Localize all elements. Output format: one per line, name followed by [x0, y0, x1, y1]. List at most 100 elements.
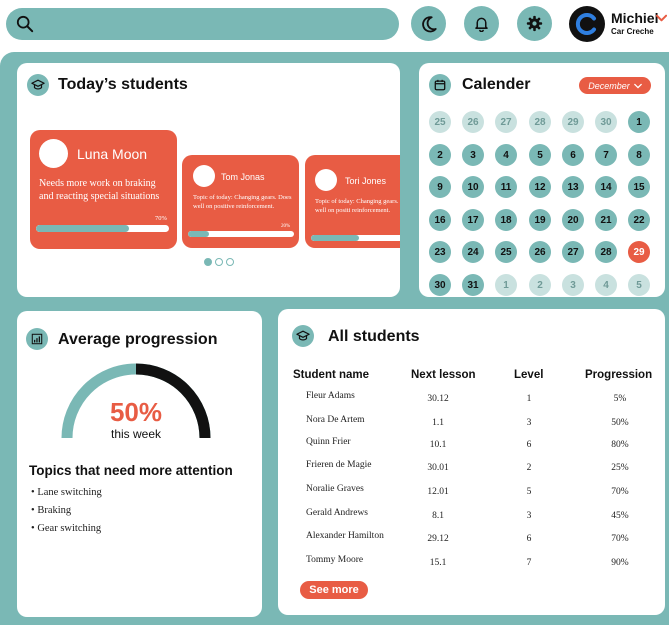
calendar-day-today[interactable]: 29: [628, 241, 650, 263]
calendar-day[interactable]: 6: [562, 144, 584, 166]
calendar-day[interactable]: 18: [495, 209, 517, 231]
calendar-day[interactable]: 27: [562, 241, 584, 263]
table-cell: Gerald Andrews: [306, 508, 368, 518]
student-note: Topic of today: Changing gears. Does wel…: [315, 198, 400, 215]
calendar-day[interactable]: 4: [595, 274, 617, 296]
calendar-day[interactable]: 24: [462, 241, 484, 263]
calendar-day[interactable]: 26: [529, 241, 551, 263]
calendar-day[interactable]: 4: [495, 144, 517, 166]
chart-icon: [26, 328, 48, 350]
progress-fill: [311, 235, 359, 241]
calendar-day[interactable]: 2: [429, 144, 451, 166]
calendar-day[interactable]: 12: [529, 176, 551, 198]
table-cell: 10.1: [429, 440, 447, 450]
calendar-day[interactable]: 25: [495, 241, 517, 263]
progress-bar: [188, 231, 294, 237]
settings-button[interactable]: [517, 6, 552, 41]
progress-fill: [188, 231, 210, 237]
table-cell: 3: [526, 511, 532, 521]
calendar-day[interactable]: 13: [562, 176, 584, 198]
calendar-day[interactable]: 25: [429, 111, 451, 133]
calendar-day[interactable]: 26: [462, 111, 484, 133]
student-name: Tori Jones: [345, 176, 387, 186]
calendar-day[interactable]: 30: [595, 111, 617, 133]
calendar-day[interactable]: 2: [529, 274, 551, 296]
student-card-luna[interactable]: Luna Moon Needs more work on braking and…: [30, 130, 177, 249]
student-card-tori[interactable]: Tori Jones Topic of today: Changing gear…: [305, 155, 400, 248]
table-cell: 30.12: [427, 394, 449, 404]
calendar-day[interactable]: 28: [595, 241, 617, 263]
pager-dot[interactable]: [215, 258, 223, 266]
search-bar[interactable]: [6, 8, 399, 40]
calendar-day[interactable]: 3: [462, 144, 484, 166]
calendar-day[interactable]: 3: [562, 274, 584, 296]
table-cell: Noralie Graves: [306, 484, 364, 494]
table-cell: Fleur Adams: [306, 391, 355, 401]
month-selector[interactable]: December: [579, 77, 651, 94]
avatar: [315, 169, 337, 191]
column-header-level[interactable]: Level: [514, 369, 543, 381]
calendar-day[interactable]: 7: [595, 144, 617, 166]
table-cell: Tommy Moore: [306, 555, 364, 565]
section-title: All students: [328, 328, 420, 345]
dark-mode-button[interactable]: [411, 6, 446, 41]
topic-label: Gear switching: [37, 523, 102, 534]
calendar-day[interactable]: 27: [495, 111, 517, 133]
calendar-day[interactable]: 20: [562, 209, 584, 231]
column-header-progression[interactable]: Progression: [585, 369, 652, 381]
table-cell: 29.12: [427, 534, 449, 544]
column-header-next-lesson[interactable]: Next lesson: [411, 369, 476, 381]
calendar-day[interactable]: 23: [429, 241, 451, 263]
notifications-button[interactable]: [464, 6, 499, 41]
calendar-day[interactable]: 28: [529, 111, 551, 133]
calendar-day[interactable]: 19: [529, 209, 551, 231]
table-cell: Nora De Artem: [306, 415, 365, 425]
calendar-day[interactable]: 1: [628, 111, 650, 133]
table-cell: 12.01: [427, 487, 449, 497]
chevron-down-icon[interactable]: [656, 14, 667, 22]
table-cell: 5: [526, 487, 532, 497]
calendar-day[interactable]: 16: [429, 209, 451, 231]
calendar-day[interactable]: 11: [495, 176, 517, 198]
chevron-down-icon: [633, 83, 642, 89]
calendar-day[interactable]: 15: [628, 176, 650, 198]
user-name[interactable]: Michiel: [611, 10, 658, 26]
table-cell: 30.01: [427, 463, 449, 473]
gear-icon: [526, 15, 543, 32]
table-cell: 6: [526, 440, 532, 450]
see-more-button[interactable]: See more: [300, 581, 368, 599]
table-cell: 70%: [611, 534, 629, 544]
calendar-day[interactable]: 31: [462, 274, 484, 296]
topic-item: • Gear switching: [31, 523, 102, 534]
calendar-day[interactable]: 8: [628, 144, 650, 166]
calendar-day[interactable]: 21: [595, 209, 617, 231]
avatar: [193, 165, 215, 187]
pager-dot[interactable]: [204, 258, 212, 266]
table-cell: Frieren de Magie: [306, 460, 372, 470]
column-header-name[interactable]: Student name: [293, 369, 369, 381]
table-cell: 8.1: [432, 511, 444, 521]
student-note-text: Topic of today: Changing gears. Does wel…: [315, 198, 400, 214]
student-card-tom[interactable]: Tom Jonas Topic of today: Changing gears…: [182, 155, 299, 248]
progress-label: 70%: [155, 215, 167, 222]
calendar-day[interactable]: 29: [562, 111, 584, 133]
table-cell: 2: [526, 463, 532, 473]
calendar-day[interactable]: 14: [595, 176, 617, 198]
calendar-day[interactable]: 5: [529, 144, 551, 166]
topic-item: • Lane switching: [31, 487, 102, 498]
calendar-day[interactable]: 17: [462, 209, 484, 231]
table-cell: 70%: [611, 487, 629, 497]
calendar-day[interactable]: 1: [495, 274, 517, 296]
calendar-day[interactable]: 5: [628, 274, 650, 296]
table-cell: 50%: [611, 418, 629, 428]
pager-dot[interactable]: [226, 258, 234, 266]
calendar-day[interactable]: 30: [429, 274, 451, 296]
calendar-day[interactable]: 9: [429, 176, 451, 198]
student-name: Tom Jonas: [221, 172, 265, 182]
user-subtitle: Car Creche: [611, 27, 654, 36]
calendar-day[interactable]: 22: [628, 209, 650, 231]
calendar-day[interactable]: 10: [462, 176, 484, 198]
section-title: Today’s students: [58, 76, 188, 93]
month-label: December: [588, 80, 630, 91]
search-input[interactable]: [42, 14, 387, 34]
